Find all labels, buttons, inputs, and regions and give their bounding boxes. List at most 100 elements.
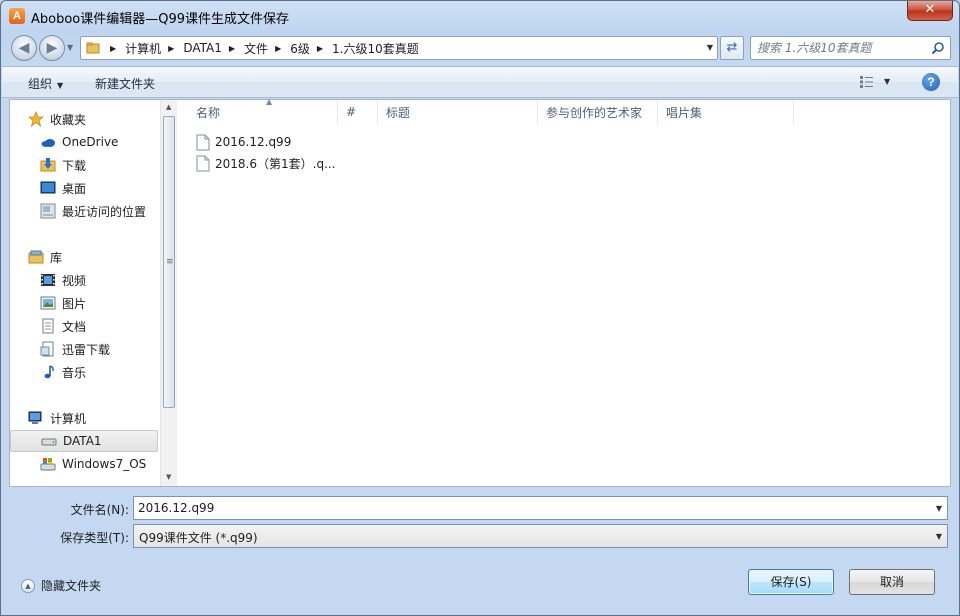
column-header-artist[interactable]: 参与创作的艺术家 bbox=[538, 100, 658, 124]
chevron-down-icon[interactable]: ▼ bbox=[936, 504, 942, 513]
nav-downloads[interactable]: 下载 bbox=[10, 154, 158, 176]
filetype-value: Q99课件文件 (*.q99) bbox=[139, 531, 258, 545]
folder-icon bbox=[86, 42, 100, 54]
column-header-title[interactable]: 标题 bbox=[378, 100, 538, 124]
save-button[interactable]: 保存(S) bbox=[748, 569, 834, 595]
new-folder-button[interactable]: 新建文件夹 bbox=[95, 75, 155, 92]
nav-documents[interactable]: 文档 bbox=[10, 315, 158, 337]
back-button[interactable]: ◀ bbox=[11, 35, 37, 61]
hide-folders-toggle[interactable]: ▲ 隐藏文件夹 bbox=[21, 577, 101, 594]
chevron-down-icon[interactable]: ▼ bbox=[884, 77, 890, 86]
nav-computer[interactable]: 计算机 bbox=[10, 407, 158, 429]
close-button[interactable]: ✕ bbox=[907, 1, 953, 21]
file-name: 2016.12.q99 bbox=[215, 135, 292, 149]
grip-icon: ≡ bbox=[166, 257, 174, 267]
organize-button[interactable]: 组织 ▼ bbox=[28, 75, 63, 92]
library-icon bbox=[28, 250, 44, 264]
chevron-down-icon: ▼ bbox=[935, 532, 942, 541]
picture-icon bbox=[40, 296, 56, 310]
nav-label: 桌面 bbox=[62, 181, 87, 196]
help-icon[interactable]: ? bbox=[922, 73, 940, 91]
nav-label: Windows7_OS bbox=[62, 457, 147, 471]
list-item[interactable]: 2016.12.q99 bbox=[196, 132, 291, 152]
breadcrumb-item[interactable]: DATA1 bbox=[183, 41, 222, 55]
sort-ascending-icon: ▲ bbox=[266, 97, 273, 106]
nav-label: 视频 bbox=[62, 273, 87, 288]
title-bar: A Aboboo课件编辑器—Q99课件生成文件保存 ✕ bbox=[1, 1, 959, 31]
nav-label: 图片 bbox=[62, 296, 87, 311]
file-icon bbox=[196, 155, 210, 171]
filetype-select[interactable]: Q99课件文件 (*.q99) ▼ bbox=[133, 524, 948, 548]
chevron-up-icon: ▲ bbox=[21, 578, 35, 593]
column-header-number[interactable]: # bbox=[338, 100, 378, 124]
nav-libraries[interactable]: 库 bbox=[10, 246, 158, 268]
nav-videos[interactable]: 视频 bbox=[10, 269, 158, 291]
filename-input[interactable] bbox=[138, 500, 918, 516]
breadcrumb-item[interactable]: 文件 bbox=[244, 40, 268, 57]
cloud-icon bbox=[41, 139, 55, 147]
chevron-down-icon: ▼ bbox=[57, 81, 64, 90]
document-icon bbox=[40, 341, 54, 357]
chevron-right-icon[interactable]: ▶ bbox=[275, 44, 281, 53]
navigation-bar: ◀ ▶ ▼ ▶ 计算机 ▶ DATA1 ▶ 文件 ▶ 6级 ▶ 1.六级10套真… bbox=[1, 31, 959, 63]
nav-label: 文档 bbox=[62, 319, 87, 334]
app-icon: A bbox=[9, 8, 25, 24]
nav-drive-windows7[interactable]: Windows7_OS bbox=[10, 453, 158, 475]
refresh-button[interactable]: ⇄ bbox=[720, 36, 744, 60]
filename-combobox[interactable]: ▼ bbox=[133, 496, 948, 520]
nav-label: 计算机 bbox=[50, 411, 87, 426]
cancel-button[interactable]: 取消 bbox=[849, 569, 935, 595]
nav-drive-data1[interactable]: DATA1 bbox=[10, 430, 158, 452]
nav-label: 收藏夹 bbox=[50, 112, 87, 127]
nav-favorites[interactable]: 收藏夹 bbox=[10, 108, 158, 130]
chevron-right-icon[interactable]: ▶ bbox=[317, 44, 323, 53]
nav-thunder-downloads[interactable]: 迅雷下载 bbox=[10, 338, 158, 360]
star-icon bbox=[28, 111, 44, 127]
chevron-right-icon[interactable]: ▶ bbox=[229, 44, 235, 53]
browser-content: 收藏夹 OneDrive 下载 桌面 最近访问的位置 库 视频 图片 文档 迅雷… bbox=[9, 97, 951, 487]
breadcrumb-item[interactable]: 计算机 bbox=[125, 40, 161, 57]
breadcrumb-item[interactable]: 6级 bbox=[290, 40, 310, 57]
breadcrumb: ▶ 计算机 ▶ DATA1 ▶ 文件 ▶ 6级 ▶ 1.六级10套真题 bbox=[103, 37, 419, 59]
window-title: Aboboo课件编辑器—Q99课件生成文件保存 bbox=[31, 12, 290, 27]
file-list: 名称 ▲ # 标题 参与创作的艺术家 唱片集 2016.12.q99 2018.… bbox=[178, 97, 950, 486]
nav-label: 库 bbox=[50, 250, 63, 265]
chevron-right-icon[interactable]: ▶ bbox=[168, 44, 174, 53]
save-dialog-window: A Aboboo课件编辑器—Q99课件生成文件保存 ✕ ◀ ▶ ▼ ▶ 计算机 … bbox=[0, 0, 960, 616]
view-options-icon[interactable] bbox=[859, 75, 875, 89]
list-item[interactable]: 2018.6（第1套）.q... bbox=[196, 153, 336, 173]
forward-button[interactable]: ▶ bbox=[39, 35, 65, 61]
scroll-up-icon[interactable]: ▲ bbox=[166, 103, 171, 111]
search-input[interactable] bbox=[757, 40, 927, 56]
music-icon bbox=[44, 365, 54, 379]
command-toolbar: 组织 ▼ 新建文件夹 ▼ ? bbox=[2, 66, 958, 98]
column-label: 名称 bbox=[196, 105, 221, 120]
nav-label: 音乐 bbox=[62, 365, 87, 380]
scroll-down-icon[interactable]: ▼ bbox=[166, 473, 171, 481]
search-box[interactable] bbox=[750, 36, 951, 60]
nav-pictures[interactable]: 图片 bbox=[10, 292, 158, 314]
recent-pages-dropdown-icon[interactable]: ▼ bbox=[67, 43, 73, 52]
chevron-down-icon[interactable]: ▼ bbox=[707, 43, 713, 52]
nav-pane-scrollbar[interactable]: ▲ ≡ ▼ bbox=[160, 100, 177, 486]
recent-places-icon bbox=[40, 203, 56, 219]
column-header-album[interactable]: 唱片集 bbox=[658, 100, 794, 124]
file-name: 2018.6（第1套）.q... bbox=[215, 156, 336, 171]
nav-onedrive[interactable]: OneDrive bbox=[10, 131, 158, 153]
nav-recent-places[interactable]: 最近访问的位置 bbox=[10, 200, 158, 222]
nav-desktop[interactable]: 桌面 bbox=[10, 177, 158, 199]
drive-icon bbox=[41, 438, 57, 446]
document-icon bbox=[42, 318, 54, 334]
nav-music[interactable]: 音乐 bbox=[10, 361, 158, 383]
search-icon[interactable] bbox=[931, 41, 945, 55]
nav-label: 下载 bbox=[62, 158, 87, 173]
organize-label: 组织 bbox=[28, 77, 53, 91]
scrollbar-thumb[interactable]: ≡ bbox=[163, 116, 175, 408]
nav-label: 迅雷下载 bbox=[62, 342, 111, 357]
chevron-right-icon[interactable]: ▶ bbox=[110, 44, 116, 53]
column-header-name[interactable]: 名称 ▲ bbox=[188, 97, 338, 124]
video-icon bbox=[41, 274, 55, 286]
file-icon bbox=[196, 134, 210, 150]
breadcrumb-item[interactable]: 1.六级10套真题 bbox=[332, 40, 419, 57]
address-bar[interactable]: ▶ 计算机 ▶ DATA1 ▶ 文件 ▶ 6级 ▶ 1.六级10套真题 ▼ bbox=[80, 36, 718, 60]
